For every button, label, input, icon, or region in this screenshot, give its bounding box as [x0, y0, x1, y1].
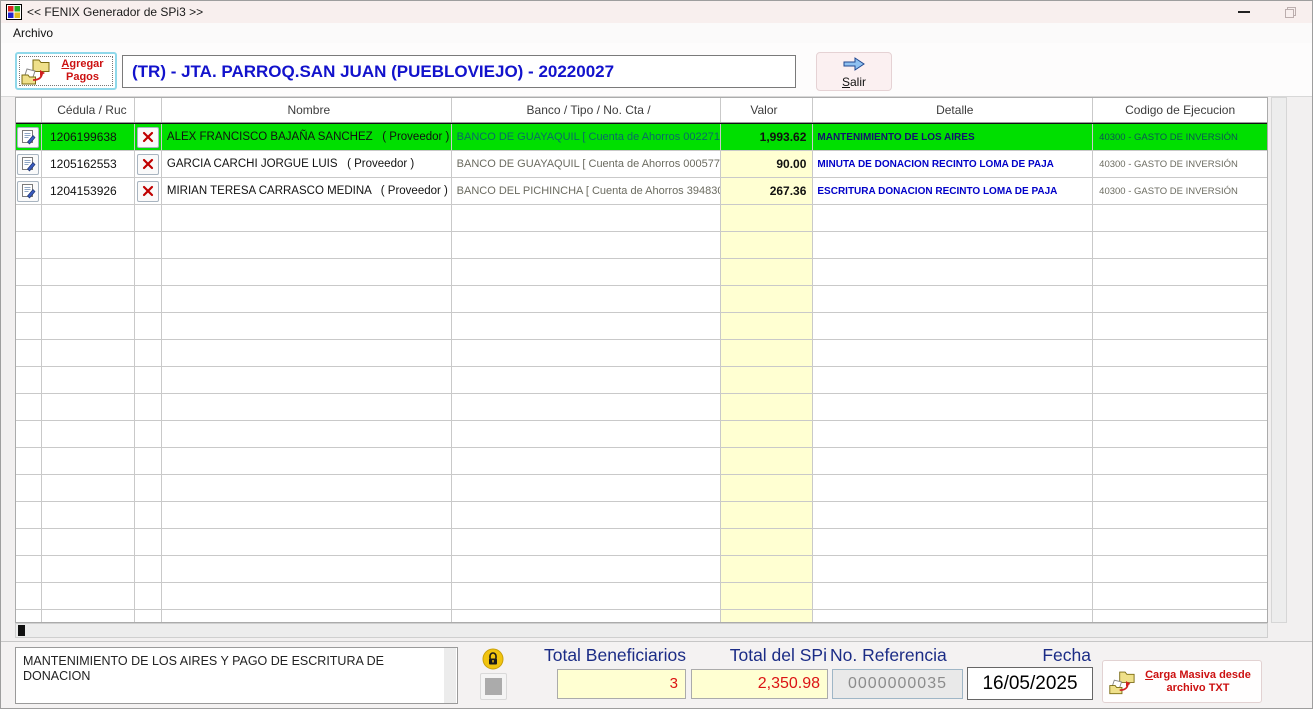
add-payments-button[interactable]: Agregar Pagos [15, 52, 117, 90]
cell-codigo: 40300 - GASTO DE INVERSIÓN [1099, 131, 1238, 143]
referencia-field: 0000000035 [832, 669, 963, 699]
cell-nombre: MIRIAN TERESA CARRASCO MEDINA ( Proveedo… [162, 178, 452, 204]
observation-scrollbar[interactable] [444, 648, 456, 703]
cell-nombre: ALEX FRANCISCO BAJAÑA SANCHEZ ( Proveedo… [162, 124, 452, 150]
hscroll-thumb[interactable] [18, 625, 25, 636]
empty-table-row [16, 529, 1267, 556]
cell-valor: 267.36 [721, 178, 814, 204]
minimize-button[interactable] [1229, 1, 1259, 23]
cell-valor: 90.00 [721, 151, 814, 177]
cell-cedula: 1204153926 [42, 178, 135, 204]
observation-textarea[interactable]: MANTENIMIENTO DE LOS AIRES Y PAGO DE ESC… [15, 647, 458, 704]
table-row[interactable]: 1204153926 MIRIAN TERESA CARRASCO MEDINA… [16, 178, 1267, 205]
table-row[interactable]: 1206199638 ALEX FRANCISCO BAJAÑA SANCHEZ… [16, 123, 1267, 151]
edit-row-button[interactable] [17, 153, 40, 175]
empty-table-row [16, 205, 1267, 232]
fecha-field[interactable]: 16/05/2025 [967, 667, 1093, 700]
title-bar: << FENIX Generador de SPi3 >> [1, 1, 1312, 23]
minimize-icon [1238, 11, 1250, 13]
edit-icon [22, 130, 36, 145]
cell-valor: 1,993.62 [721, 124, 814, 150]
cell-codigo: 40300 - GASTO DE INVERSIÓN [1099, 158, 1238, 170]
restore-icon [1284, 6, 1296, 18]
exit-label: Salir [841, 75, 867, 89]
total-spi-value: 2,350.98 [691, 669, 828, 699]
referencia-label: No. Referencia [830, 645, 947, 665]
folder-transfer-icon [21, 59, 50, 85]
fecha-label: Fecha [1042, 645, 1091, 665]
cell-cedula: 1205162553 [42, 151, 135, 177]
delete-row-button[interactable] [136, 180, 159, 202]
delete-row-button[interactable] [136, 153, 159, 175]
window-title: << FENIX Generador de SPi3 >> [27, 5, 204, 19]
entity-title-field[interactable]: (TR) - JTA. PARROQ.SAN JUAN (PUEBLOVIEJO… [122, 55, 796, 88]
gray-square-button[interactable] [480, 673, 507, 700]
cell-cedula: 1206199638 [42, 124, 135, 150]
toolbar: Agregar Pagos (TR) - JTA. PARROQ.SAN JUA… [1, 43, 1312, 97]
cell-detalle: MANTENIMIENTO DE LOS AIRES [813, 124, 1094, 150]
folder-transfer-icon [1109, 671, 1135, 694]
delete-x-icon [142, 158, 154, 170]
gray-square-icon [485, 678, 502, 695]
delete-x-icon [142, 131, 154, 143]
edit-row-button[interactable] [17, 126, 40, 148]
carga-masiva-button[interactable]: Carga Masiva desde archivo TXT [1102, 660, 1262, 703]
empty-table-row [16, 259, 1267, 286]
edit-icon [22, 157, 36, 172]
cell-banco: BANCO DE GUAYAQUIL [ Cuenta de Ahorros 0… [452, 151, 722, 177]
grid-vertical-scrollbar[interactable] [1271, 97, 1287, 623]
empty-table-row [16, 286, 1267, 313]
arrow-right-icon [843, 57, 865, 71]
app-window: << FENIX Generador de SPi3 >> Archivo Ag… [0, 0, 1313, 709]
empty-table-row [16, 556, 1267, 583]
empty-table-row [16, 313, 1267, 340]
empty-table-row [16, 448, 1267, 475]
empty-table-row [16, 394, 1267, 421]
cell-banco: BANCO DEL PICHINCHA [ Cuenta de Ahorros … [452, 178, 722, 204]
empty-table-row [16, 610, 1267, 622]
empty-table-row [16, 421, 1267, 448]
menu-bar: Archivo [1, 23, 1312, 43]
cell-codigo: 40300 - GASTO DE INVERSIÓN [1099, 185, 1238, 197]
exit-button[interactable]: Salir [816, 52, 892, 91]
footer-panel: MANTENIMIENTO DE LOS AIRES Y PAGO DE ESC… [1, 641, 1312, 708]
grid-body: 1206199638 ALEX FRANCISCO BAJAÑA SANCHEZ… [16, 123, 1267, 622]
header-cedula: Cédula / Ruc [42, 98, 135, 122]
carga-masiva-label: Carga Masiva desde archivo TXT [1145, 668, 1251, 694]
empty-table-row [16, 475, 1267, 502]
menu-archivo[interactable]: Archivo [9, 25, 57, 41]
edit-icon [22, 184, 36, 199]
header-valor: Valor [721, 98, 814, 122]
restore-button[interactable] [1275, 1, 1305, 23]
grid-header-row: Cédula / Ruc Nombre Banco / Tipo / No. C… [16, 98, 1267, 123]
total-beneficiarios-value: 3 [557, 669, 686, 699]
header-banco: Banco / Tipo / No. Cta / [452, 98, 722, 122]
payments-grid: Cédula / Ruc Nombre Banco / Tipo / No. C… [15, 97, 1268, 623]
header-nombre: Nombre [162, 98, 452, 122]
empty-table-row [16, 232, 1267, 259]
delete-row-button[interactable] [136, 126, 159, 148]
header-delete-col [135, 98, 162, 122]
cell-detalle: ESCRITURA DONACION RECINTO LOMA DE PAJA [813, 178, 1094, 204]
app-icon [6, 4, 22, 20]
empty-table-row [16, 367, 1267, 394]
empty-table-row [16, 340, 1267, 367]
empty-table-row [16, 502, 1267, 529]
cell-banco: BANCO DE GUAYAQUIL [ Cuenta de Ahorros 0… [452, 124, 722, 150]
header-codigo: Codigo de Ejecucion [1125, 103, 1236, 117]
add-payments-label: Agregar Pagos [61, 58, 104, 83]
delete-x-icon [142, 185, 154, 197]
cell-detalle: MINUTA DE DONACION RECINTO LOMA DE PAJA [813, 151, 1094, 177]
grid-horizontal-scrollbar[interactable] [15, 623, 1268, 638]
edit-row-button[interactable] [17, 180, 40, 202]
cell-nombre: GARCIA CARCHI JORGUE LUIS ( Proveedor ) [162, 151, 452, 177]
header-edit-col [16, 98, 42, 122]
empty-table-row [16, 583, 1267, 610]
header-detalle: Detalle [813, 98, 1094, 122]
total-spi-label: Total del SPi [729, 645, 827, 665]
table-row[interactable]: 1205162553 GARCIA CARCHI JORGUE LUIS ( P… [16, 151, 1267, 178]
